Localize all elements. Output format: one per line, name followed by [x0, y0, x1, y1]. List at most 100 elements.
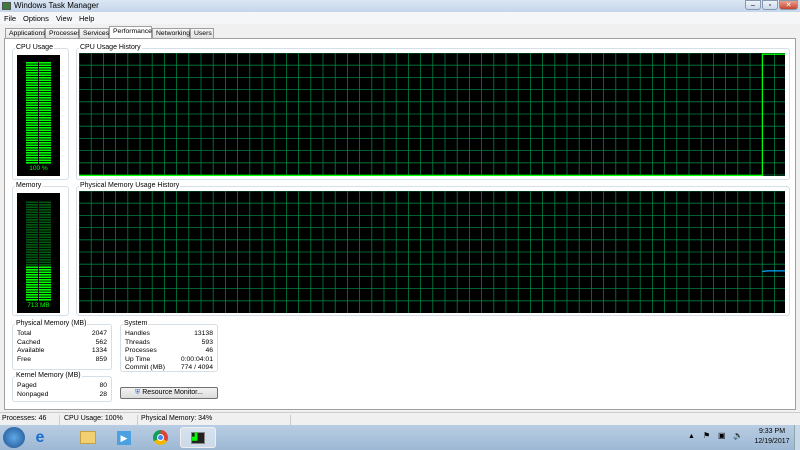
system-label: System — [123, 320, 149, 327]
meter-segment-lit — [26, 269, 38, 271]
meter-segment-lit — [39, 142, 51, 144]
media-player-icon[interactable]: ▶ — [112, 427, 136, 448]
meter-segment-lit — [26, 157, 38, 159]
system-row: Commit (MB) 774 / 4094 — [125, 364, 213, 373]
meter-segment-lit — [39, 139, 51, 142]
meter-segment-lit — [26, 137, 38, 139]
meter-segment-lit — [39, 149, 51, 152]
meter-segment-lit — [39, 281, 51, 284]
meter-segment-lit — [26, 271, 38, 274]
meter-segment-lit — [26, 119, 38, 122]
meter-segment-lit — [39, 291, 51, 294]
menu-view[interactable]: View — [56, 14, 72, 23]
title-bar: Windows Task Manager – ▫ ✕ — [0, 0, 800, 12]
row-label: Threads — [125, 338, 150, 346]
meter-segment — [39, 204, 51, 206]
cpu-history-label: CPU Usage History — [79, 44, 142, 51]
meter-segment-lit — [26, 87, 38, 89]
physical_memory-row: Total 2047 — [17, 330, 107, 339]
meter-segment-lit — [26, 74, 38, 77]
row-value: 0:00:04:01 — [180, 355, 213, 363]
meter-segment-lit — [26, 274, 38, 276]
clock-time[interactable]: 9:33 PM — [755, 428, 789, 435]
physical_memory-row: Free 859 — [17, 356, 107, 365]
meter-segment-lit — [39, 284, 51, 286]
resource-monitor-button[interactable]: ⛨ Resource Monitor... — [120, 387, 218, 399]
task-manager-taskbar-icon[interactable]: ▟ — [180, 427, 216, 448]
row-value: 28 — [99, 390, 107, 398]
meter-segment-lit — [39, 132, 51, 134]
meter-segment — [39, 264, 51, 266]
meter-segment-lit — [39, 107, 51, 109]
meter-segment-lit — [39, 271, 51, 274]
meter-segment — [26, 224, 38, 226]
meter-segment-lit — [39, 99, 51, 102]
meter-segment-lit — [26, 159, 38, 162]
row-value: 593 — [201, 338, 213, 346]
app-icon — [2, 2, 11, 10]
row-label: Paged — [17, 382, 37, 389]
meter-segment-lit — [39, 74, 51, 77]
internet-explorer-icon[interactable]: e — [28, 427, 52, 448]
meter-segment — [39, 239, 51, 241]
clock-date[interactable]: 12/19/2017 — [752, 438, 792, 445]
row-label: Nonpaged — [17, 390, 49, 398]
meter-segment-lit — [39, 119, 51, 122]
meter-segment-lit — [39, 112, 51, 114]
row-value: 80 — [99, 382, 107, 389]
maximize-button[interactable]: ▫ — [762, 0, 778, 10]
meter-segment — [26, 256, 38, 259]
row-value: 774 / 4094 — [180, 364, 213, 371]
meter-segment-lit — [39, 276, 51, 279]
network-icon[interactable]: ▣ — [718, 431, 726, 440]
resource-monitor-label: Resource Monitor... — [142, 389, 203, 396]
meter-segment — [39, 219, 51, 221]
meter-segment-lit — [39, 102, 51, 104]
meter-segment-lit — [39, 296, 51, 299]
action-center-flag-icon[interactable]: ⚑ — [703, 431, 710, 440]
meter-segment-lit — [26, 94, 38, 97]
minimize-button[interactable]: – — [745, 0, 761, 10]
meter-segment — [26, 264, 38, 266]
meter-segment-lit — [26, 286, 38, 289]
meter-segment-lit — [26, 79, 38, 82]
meter-segment-lit — [26, 281, 38, 284]
menu-help[interactable]: Help — [79, 14, 94, 23]
meter-segment-lit — [39, 127, 51, 129]
meter-segment-lit — [39, 64, 51, 67]
meter-segment-lit — [39, 294, 51, 296]
row-label: Processes — [125, 347, 157, 354]
meter-segment — [39, 209, 51, 211]
meter-segment — [39, 259, 51, 261]
meter-segment-lit — [26, 69, 38, 72]
show-hidden-icons[interactable]: ▲ — [688, 433, 695, 440]
meter-segment-lit — [39, 82, 51, 84]
menu-file[interactable]: File — [4, 14, 16, 23]
meter-segment-lit — [39, 162, 51, 164]
show-desktop-button[interactable] — [794, 425, 800, 450]
meter-segment-lit — [26, 84, 38, 87]
file-explorer-icon[interactable] — [76, 427, 100, 448]
meter-segment — [39, 221, 51, 224]
meter-segment — [39, 224, 51, 226]
meter-segment — [26, 251, 38, 254]
chrome-icon[interactable] — [148, 427, 172, 448]
cpu-usage-label: CPU Usage — [15, 44, 54, 51]
meter-segment — [39, 246, 51, 249]
start-button[interactable] — [3, 427, 25, 448]
close-button[interactable]: ✕ — [779, 0, 798, 10]
meter-segment — [26, 231, 38, 234]
row-label: Handles — [125, 330, 150, 337]
meter-segment-lit — [39, 62, 51, 64]
menu-options[interactable]: Options — [23, 14, 49, 23]
cpu-meter — [17, 55, 60, 176]
meter-segment — [39, 229, 51, 231]
volume-icon[interactable]: 🔈 — [733, 431, 743, 440]
system-row: Processes 46 — [125, 347, 213, 356]
meter-segment — [26, 229, 38, 231]
meter-segment — [39, 251, 51, 254]
meter-segment — [39, 236, 51, 239]
physical_memory-row: Cached 562 — [17, 339, 107, 348]
meter-segment — [26, 201, 38, 204]
meter-segment-lit — [26, 82, 38, 84]
